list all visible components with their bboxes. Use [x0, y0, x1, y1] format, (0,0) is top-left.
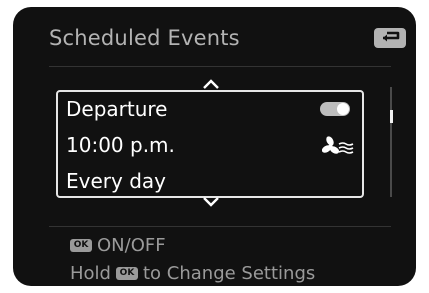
- on-off-hint: OK ON/OFF: [70, 235, 166, 256]
- scheduled-event-item[interactable]: Departure 10:00 p.m. Every day: [56, 90, 364, 198]
- hold-label: Hold: [70, 263, 111, 284]
- fan-icon: [322, 136, 354, 154]
- ok-button-icon: OK: [70, 239, 92, 252]
- footer-divider: [49, 226, 391, 227]
- return-arrow-icon[interactable]: [373, 27, 407, 49]
- page-title: Scheduled Events: [49, 26, 240, 50]
- scrollbar-track[interactable]: [390, 87, 392, 197]
- event-time: 10:00 p.m.: [66, 133, 175, 157]
- event-repeat: Every day: [66, 169, 166, 193]
- event-toggle[interactable]: [320, 102, 350, 116]
- on-off-hint-label: ON/OFF: [97, 235, 166, 256]
- event-name: Departure: [66, 97, 168, 121]
- chevron-down-icon[interactable]: [201, 195, 221, 209]
- change-settings-label: to Change Settings: [142, 263, 316, 284]
- toggle-knob: [337, 103, 349, 115]
- device-screen: Scheduled Events Departure 10:00 p.m. Ev…: [13, 7, 416, 286]
- change-settings-hint: Hold OK to Change Settings: [70, 263, 315, 284]
- chevron-up-icon[interactable]: [201, 77, 221, 91]
- ok-button-icon: OK: [115, 267, 138, 280]
- scrollbar-thumb[interactable]: [390, 110, 393, 123]
- header-divider: [49, 66, 391, 67]
